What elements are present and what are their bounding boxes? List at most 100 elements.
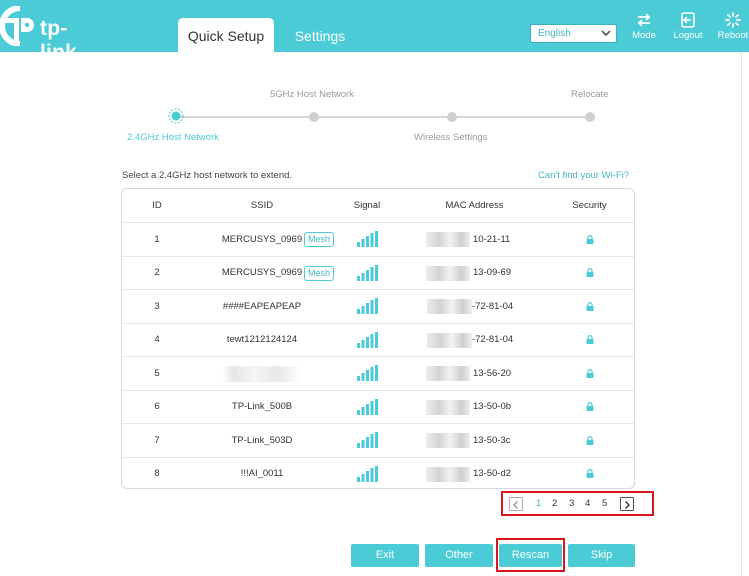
step-label-wireless-settings: Wireless Settings bbox=[414, 132, 488, 143]
tp-link-logo: tp-link bbox=[0, 5, 104, 64]
page-3[interactable]: 3 bbox=[569, 498, 574, 509]
row-ssid: ####EAPEAPEAP bbox=[222, 300, 302, 312]
intro-text: Select a 2.4GHz host network to extend. bbox=[122, 170, 293, 181]
logout-button[interactable]: Logout bbox=[666, 12, 710, 44]
table-row[interactable]: 3 ####EAPEAPEAP -72-81-04 bbox=[122, 289, 634, 323]
row-id: 2 bbox=[154, 267, 160, 279]
table-row[interactable]: 4 tewt1212124124 -72-81-04 bbox=[122, 322, 634, 357]
signal-strength-icon bbox=[357, 231, 378, 248]
exit-button[interactable]: Exit bbox=[351, 544, 419, 567]
row-signal bbox=[332, 324, 402, 357]
mode-icon bbox=[637, 13, 651, 27]
tp-link-logo-mark bbox=[0, 5, 34, 47]
row-signal bbox=[332, 424, 402, 457]
signal-strength-icon bbox=[357, 465, 378, 482]
page-4[interactable]: 4 bbox=[585, 498, 590, 509]
row-security bbox=[547, 257, 632, 290]
signal-strength-icon bbox=[357, 398, 378, 415]
brand-name: tp-link bbox=[40, 17, 77, 64]
table-row[interactable]: 7 TP-Link_503D 13-50-3c bbox=[122, 423, 634, 457]
cant-find-wifi-link[interactable]: Can't find your Wi-Fi? bbox=[538, 170, 629, 181]
table-row[interactable]: 5 13-56-20 bbox=[122, 356, 634, 390]
table-row[interactable]: 8 !!!AI_0011 13-50-d2 bbox=[122, 456, 634, 489]
lock-icon bbox=[586, 469, 593, 479]
row-signal bbox=[332, 458, 402, 489]
col-security: Security bbox=[572, 200, 607, 211]
language-select[interactable]: English bbox=[530, 24, 617, 43]
mode-label: Mode bbox=[632, 30, 656, 41]
step-label-2g-host: 2.4GHz Host Network bbox=[127, 132, 219, 143]
row-mac: 13-50-0b bbox=[473, 401, 512, 413]
skip-button[interactable]: Skip bbox=[568, 544, 635, 567]
row-security bbox=[547, 424, 632, 457]
row-ssid: TP-Link_503D bbox=[231, 434, 293, 446]
panel-edge bbox=[741, 52, 742, 576]
row-signal bbox=[332, 223, 402, 256]
progress-step-2-dot bbox=[309, 112, 319, 122]
row-id: 5 bbox=[154, 367, 160, 379]
chevron-down-icon bbox=[601, 30, 611, 37]
signal-strength-icon bbox=[357, 365, 378, 382]
row-mac: 13-09-69 bbox=[473, 267, 512, 279]
next-page-button[interactable] bbox=[620, 497, 634, 511]
step-label-5g-host: 5GHz Host Network bbox=[270, 89, 354, 100]
reboot-icon bbox=[725, 12, 741, 28]
logout-icon bbox=[681, 12, 695, 28]
row-signal bbox=[332, 391, 402, 424]
row-mac: 13-56-20 bbox=[473, 367, 512, 379]
lock-icon bbox=[586, 268, 593, 278]
row-id: 3 bbox=[154, 300, 160, 312]
progress-step-3-dot bbox=[447, 112, 457, 122]
tab-settings[interactable]: Settings bbox=[284, 18, 356, 52]
col-mac: MAC Address bbox=[445, 200, 504, 211]
progress-step-4-dot bbox=[585, 112, 595, 122]
chevron-right-icon bbox=[625, 501, 630, 509]
lock-icon bbox=[586, 301, 593, 311]
lock-icon bbox=[586, 368, 593, 378]
row-id: 4 bbox=[154, 334, 160, 346]
step-label-relocate: Relocate bbox=[571, 89, 609, 100]
row-security bbox=[547, 324, 632, 357]
row-mac: 13-50-d2 bbox=[473, 468, 512, 480]
row-mac: 10-21-11 bbox=[473, 233, 511, 245]
table-row[interactable]: 1 MERCUSYS_0969 Mesh 10-21-11 bbox=[122, 222, 634, 256]
rescan-button[interactable]: Rescan bbox=[499, 544, 562, 567]
signal-strength-icon bbox=[357, 331, 378, 348]
row-ssid: tewt1212124124 bbox=[226, 334, 298, 346]
row-mac: -72-81-04 bbox=[472, 300, 514, 312]
lock-icon bbox=[586, 402, 593, 412]
table-row[interactable]: 2 MERCUSYS_0969 Mesh 13-09-69 bbox=[122, 255, 634, 290]
row-id: 8 bbox=[154, 468, 160, 480]
lock-icon bbox=[586, 234, 593, 244]
row-security bbox=[547, 357, 632, 390]
col-ssid: SSID bbox=[250, 200, 274, 211]
reboot-button[interactable]: Reboot bbox=[711, 12, 749, 44]
logout-label: Logout bbox=[673, 30, 703, 41]
mode-button[interactable]: Mode bbox=[622, 12, 666, 44]
chevron-left-icon bbox=[513, 501, 518, 509]
mesh-badge: Mesh bbox=[304, 265, 335, 281]
signal-strength-icon bbox=[357, 432, 378, 449]
page-1[interactable]: 1 bbox=[536, 498, 541, 509]
row-security bbox=[547, 223, 632, 256]
reboot-label: Reboot bbox=[717, 30, 749, 41]
language-selected: English bbox=[538, 28, 571, 39]
page-5[interactable]: 5 bbox=[602, 498, 607, 509]
progress-track bbox=[176, 116, 591, 118]
row-signal bbox=[332, 290, 402, 323]
col-id: ID bbox=[152, 200, 162, 211]
page-2[interactable]: 2 bbox=[552, 498, 557, 509]
signal-strength-icon bbox=[357, 264, 378, 281]
row-signal bbox=[332, 357, 402, 390]
tab-quick-setup[interactable]: Quick Setup bbox=[178, 18, 274, 52]
row-ssid: !!!AI_0011 bbox=[240, 468, 284, 480]
row-signal bbox=[332, 257, 402, 290]
row-id: 7 bbox=[154, 434, 160, 446]
pagination: 1 2 3 4 5 bbox=[501, 491, 654, 516]
mesh-badge: Mesh bbox=[304, 232, 335, 247]
lock-icon bbox=[586, 335, 593, 345]
other-button[interactable]: Other bbox=[425, 544, 493, 567]
prev-page-button[interactable] bbox=[509, 497, 523, 511]
top-bar: tp-link Quick Setup Settings English Mod… bbox=[0, 0, 749, 64]
table-row[interactable]: 6 TP-Link_500B 13-50-0b bbox=[122, 389, 634, 424]
